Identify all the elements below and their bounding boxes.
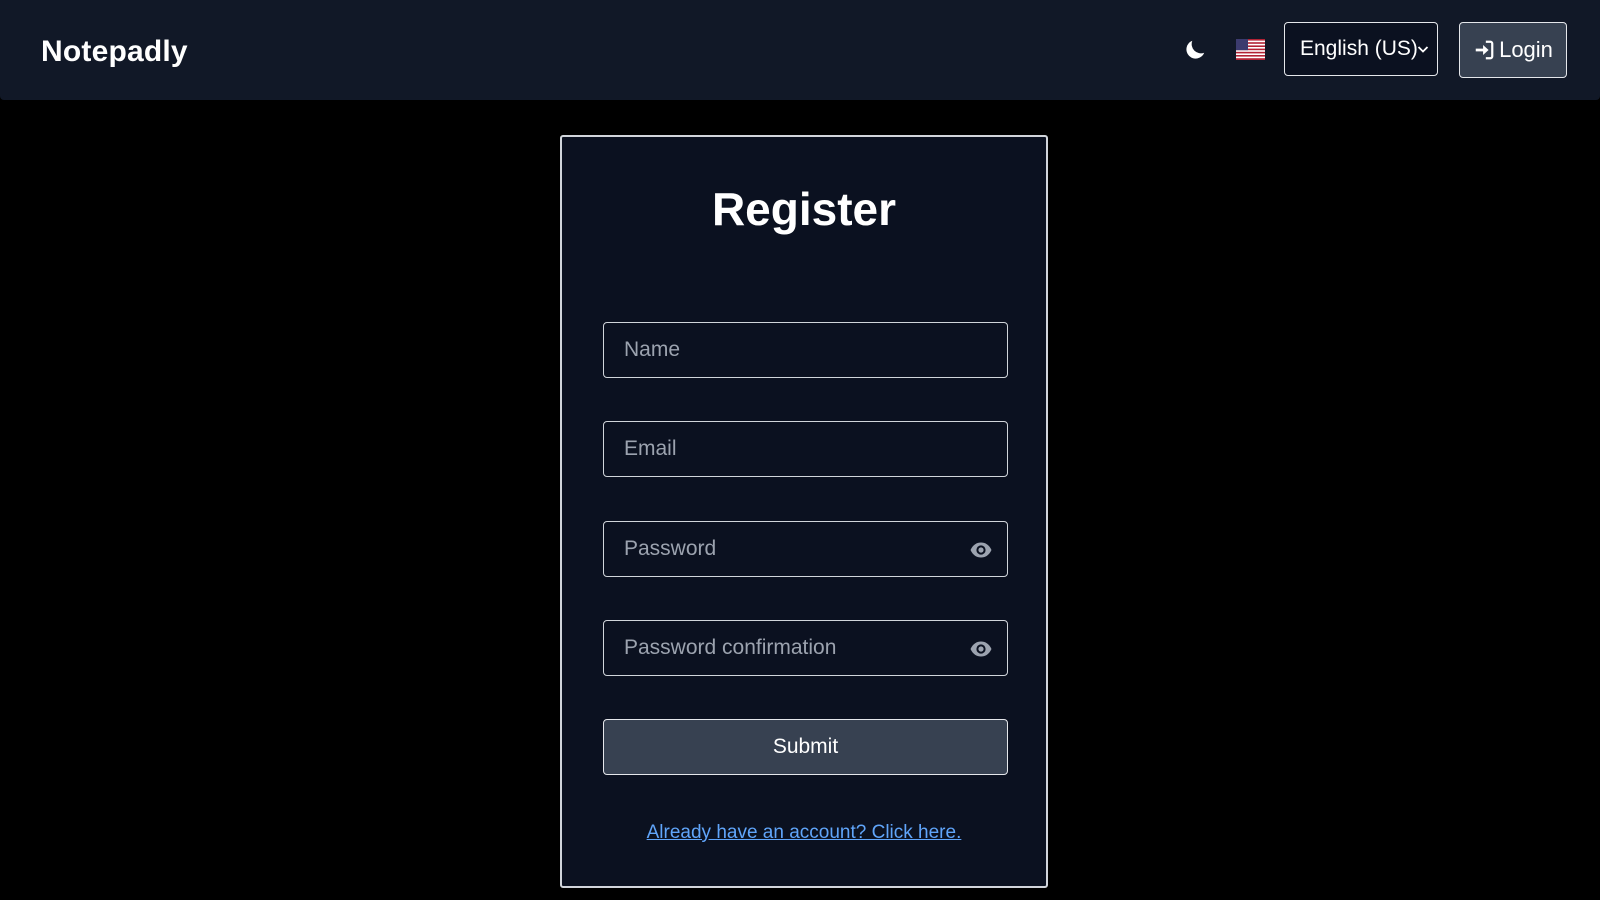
sign-in-icon	[1475, 40, 1494, 60]
eye-icon[interactable]	[969, 538, 993, 562]
chevron-down-icon	[1417, 46, 1429, 53]
language-select-value: English (US)	[1300, 37, 1418, 60]
email-input[interactable]	[604, 422, 1007, 476]
password-input[interactable]	[604, 522, 1007, 576]
eye-icon[interactable]	[969, 637, 993, 661]
register-title: Register	[711, 183, 897, 235]
name-field	[603, 322, 1008, 378]
theme-toggle-button[interactable]	[1180, 35, 1210, 65]
submit-button[interactable]: Submit	[603, 719, 1008, 775]
password-field	[603, 521, 1008, 577]
name-input[interactable]	[604, 323, 1007, 377]
us-flag-icon[interactable]	[1236, 39, 1265, 60]
login-button-label: Login	[1499, 37, 1553, 62]
already-have-account-link[interactable]: Already have an account? Click here.	[562, 822, 1046, 844]
moon-icon	[1186, 40, 1205, 59]
language-select[interactable]: English (US)	[1284, 22, 1438, 76]
brand-logo[interactable]: Notepadly	[41, 32, 188, 72]
top-navbar: Notepadly English (US) Login	[0, 0, 1600, 100]
password-confirmation-field	[603, 620, 1008, 676]
login-button[interactable]: Login	[1459, 22, 1567, 78]
email-field	[603, 421, 1008, 477]
password-confirmation-input[interactable]	[604, 621, 1007, 675]
register-card: Register Submit Already have an account?…	[560, 135, 1048, 888]
